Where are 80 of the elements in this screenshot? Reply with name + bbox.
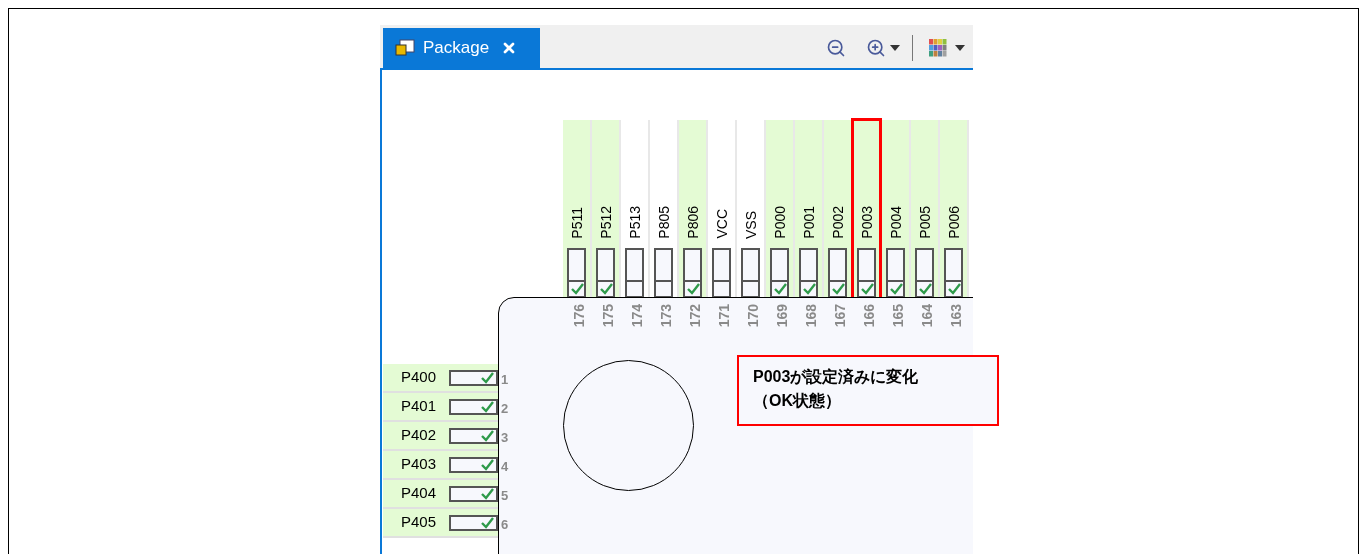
pin-number: 171 (716, 304, 731, 328)
check-icon (830, 282, 845, 296)
pin-column[interactable]: P000 (766, 120, 795, 298)
pin-label: P001 (801, 206, 816, 239)
pin-label: P005 (917, 206, 932, 239)
pin-column[interactable]: P806 (679, 120, 708, 298)
zoom-in-icon[interactable] (866, 38, 886, 58)
pin-label: P402 (401, 425, 438, 446)
callout-text: P003が設定済みに変化 (753, 367, 920, 387)
pin-number: 170 (745, 304, 760, 328)
check-icon (480, 515, 494, 530)
pin-label: P401 (401, 396, 438, 417)
pin-column[interactable]: P006 (940, 120, 969, 298)
pin-row[interactable]: P401 (383, 393, 498, 422)
check-icon (917, 282, 932, 296)
pin-number: 165 (890, 304, 905, 328)
package-tab[interactable]: Package (383, 28, 540, 68)
pin-label: VSS (743, 211, 758, 239)
pin-number: 3 (501, 431, 509, 444)
pin-row[interactable]: P403 (383, 451, 498, 480)
pin-column[interactable]: P002 (824, 120, 853, 298)
callout-text: （OK状態） (753, 391, 842, 411)
check-icon (685, 282, 700, 296)
pin-number: 2 (501, 402, 509, 415)
pin-column[interactable]: P001 (795, 120, 824, 298)
check-icon (772, 282, 787, 296)
pin-row[interactable]: P400 (383, 364, 498, 393)
pin-label: P511 (569, 207, 584, 239)
pin-label: VCC (714, 209, 729, 239)
check-icon (480, 486, 494, 501)
pin-number: 172 (687, 304, 702, 328)
pin-column[interactable]: P511 (563, 120, 592, 298)
pin-label: P806 (685, 206, 700, 239)
pin-column[interactable]: P512 (592, 120, 621, 298)
check-icon (480, 428, 494, 443)
check-icon (480, 399, 494, 414)
pin-number: 176 (571, 304, 586, 328)
pin-column[interactable]: P005 (911, 120, 940, 298)
pin-number: 164 (919, 304, 934, 328)
pin-label: P404 (401, 483, 438, 504)
check-icon (480, 370, 494, 385)
pin-label: P805 (656, 206, 671, 239)
pin-number: 1 (501, 373, 509, 386)
pin-number: 166 (861, 304, 876, 328)
check-icon (569, 282, 584, 296)
caret-icon (890, 45, 900, 51)
check-icon (946, 282, 961, 296)
pin-label: P006 (946, 206, 961, 239)
pin-number: 174 (629, 304, 644, 328)
check-icon (598, 282, 613, 296)
pin-number: 173 (658, 304, 673, 328)
pin-label: P405 (401, 512, 438, 533)
check-icon (801, 282, 816, 296)
pin-label: P400 (401, 367, 438, 388)
check-icon (480, 457, 494, 472)
zoom-out-icon[interactable] (826, 38, 846, 58)
pin-row[interactable]: P405 (383, 509, 498, 538)
pin-row[interactable]: P404 (383, 480, 498, 509)
pin-number: 167 (832, 304, 847, 328)
pin-number: 4 (501, 460, 509, 473)
pin-label: P512 (598, 206, 613, 239)
pin-row[interactable]: P402 (383, 422, 498, 451)
pin-number: 5 (501, 489, 509, 502)
caret-icon (955, 45, 965, 51)
pin-label: P513 (627, 206, 642, 239)
color-grid-icon[interactable] (929, 39, 947, 57)
check-icon (888, 282, 903, 296)
pin-label: P403 (401, 454, 438, 475)
pin-number: 6 (501, 518, 509, 531)
pin-number: 163 (948, 304, 963, 328)
pin-label: P004 (888, 206, 903, 239)
pin-label: P002 (830, 206, 845, 239)
pin-number: 168 (803, 304, 818, 328)
pin-number: 175 (600, 304, 615, 328)
pin-label: P003 (859, 206, 874, 239)
pin-column[interactable]: P004 (882, 120, 911, 298)
check-icon (859, 282, 874, 296)
pin-label: P000 (772, 206, 787, 239)
chip-icon (395, 39, 415, 57)
pin-number: 169 (774, 304, 789, 328)
